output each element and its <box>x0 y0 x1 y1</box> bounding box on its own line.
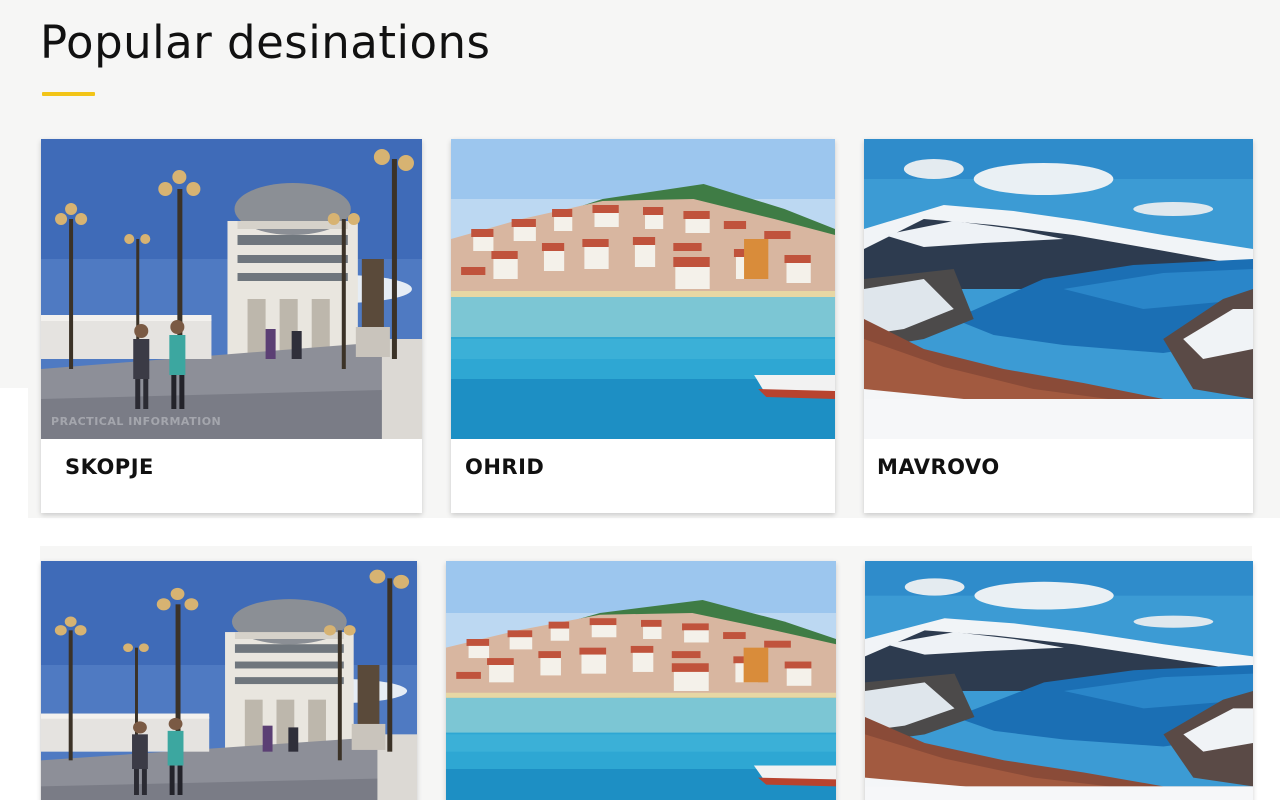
page-title: Popular desinations <box>40 16 491 69</box>
destination-card-skopje[interactable]: SKOPJE <box>41 139 422 513</box>
destination-card-ohrid-2[interactable] <box>446 561 836 800</box>
destination-card-ohrid[interactable]: OHRID <box>451 139 835 513</box>
ohrid-lake-photo <box>446 561 836 800</box>
mavrovo-mountain-lake-photo <box>865 561 1253 800</box>
destination-name: SKOPJE <box>65 455 154 479</box>
skopje-city-photo <box>41 561 417 800</box>
skopje-city-photo <box>41 139 422 439</box>
destination-card-skopje-2[interactable] <box>41 561 417 800</box>
page: Popular desinations SKOPJE OHRID MAVROVO <box>0 0 1280 800</box>
mavrovo-mountain-lake-photo <box>864 139 1253 439</box>
title-underline <box>42 92 95 96</box>
destination-name: MAVROVO <box>877 455 1000 479</box>
destination-card-mavrovo-2[interactable] <box>865 561 1253 800</box>
destination-card-mavrovo[interactable]: MAVROVO <box>864 139 1253 513</box>
destination-name: OHRID <box>465 455 545 479</box>
ohrid-lake-photo <box>451 139 835 439</box>
